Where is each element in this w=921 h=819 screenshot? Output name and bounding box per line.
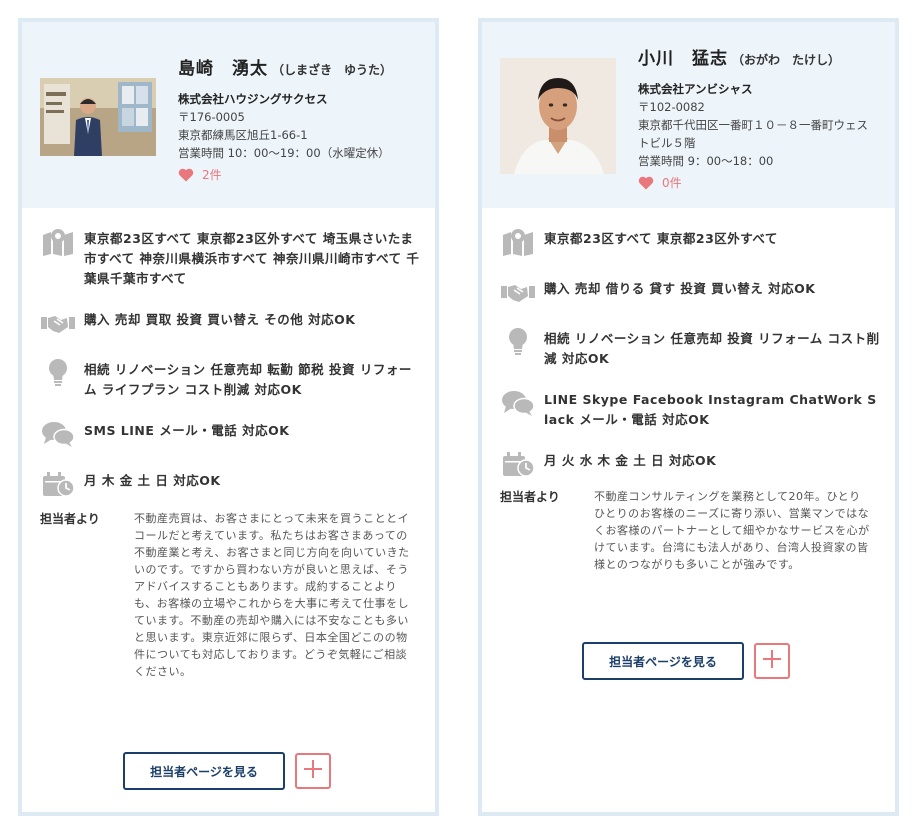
plus-icon [762,649,782,673]
feature-text: LINE Skype Facebook Instagram ChatWork S… [544,392,877,427]
add-favorite-button[interactable] [295,753,331,789]
agent-postal: 〒102-0082 [638,100,705,114]
agent-name-kana: （おがわ たけし） [732,53,841,67]
heart-icon[interactable] [178,168,194,182]
feature-text: SMS LINE メール・電話 対応OK [84,423,290,438]
message-label: 担当者より [500,490,560,504]
view-agent-page-button[interactable]: 担当者ページを見る [123,752,285,790]
chat-icon [40,418,76,450]
agent-features: 東京都23区すべて 東京都23区外すべて 購入 売却 借りる 貸す 投資 買い替… [500,226,880,498]
add-favorite-button[interactable] [754,643,790,679]
feature-days: 月 木 金 土 日 対応OK [40,468,420,500]
feature-consult: 相続 リノベーション 任意売却 転勤 節税 投資 リフォーム ライフプラン コス… [40,357,420,400]
agent-address: 東京都千代田区一番町１０－８一番町ウェストビル５階 [638,118,868,150]
likes-count: 0件 [662,176,682,190]
view-agent-page-button[interactable]: 担当者ページを見る [582,642,744,680]
agent-photo[interactable] [40,78,156,156]
agent-features: 東京都23区すべて 東京都23区外すべて 埼玉県さいたま市すべて 神奈川県横浜市… [40,226,420,518]
likes-count: 2件 [202,168,222,182]
feature-service: 購入 売却 買取 投資 買い替え その他 対応OK [40,307,420,339]
agent-postal: 〒176-0005 [178,110,245,124]
calendar-icon [500,448,536,480]
agent-info: 株式会社ハウジングサクセス 〒176-0005 東京都練馬区旭丘1-66-1 営… [178,90,428,184]
agent-card-header: 小川 猛志 （おがわ たけし） 株式会社アンビシャス 〒102-0082 東京都千… [482,22,895,208]
feature-service: 購入 売却 借りる 貸す 投資 買い替え 対応OK [500,276,880,308]
agent-address: 東京都練馬区旭丘1-66-1 [178,128,308,142]
calendar-icon [40,468,76,500]
feature-text: 相続 リノベーション 任意売却 転勤 節税 投資 リフォーム ライフプラン コス… [84,362,412,397]
feature-text: 東京都23区すべて 東京都23区外すべて [544,231,778,246]
feature-text: 東京都23区すべて 東京都23区外すべて 埼玉県さいたま市すべて 神奈川県横浜市… [84,231,420,286]
agent-photo[interactable] [500,58,616,174]
agent-message: 担当者より 不動産コンサルティングを業務として20年。ひとりひとりのお客様のニー… [500,488,875,573]
agent-name-row: 島崎 湧太 （しまざき ゆうた） [178,54,392,79]
feature-text: 月 木 金 土 日 対応OK [84,473,221,488]
agent-card-header: 島崎 湧太 （しまざき ゆうた） 株式会社ハウジングサクセス 〒176-0005 … [22,22,435,208]
agent-name-row: 小川 猛志 （おがわ たけし） [638,44,840,69]
lightbulb-icon [40,357,76,389]
feature-text: 月 火 水 木 金 土 日 対応OK [544,453,717,468]
handshake-icon [500,276,536,308]
handshake-icon [40,307,76,339]
agent-name[interactable]: 島崎 湧太 [178,59,268,79]
message-body: 不動産コンサルティングを業務として20年。ひとりひとりのお客様のニーズに寄り添い… [594,490,870,571]
lightbulb-icon [500,326,536,358]
message-body: 不動産売買は、お客さまにとって未来を買うこととイコールだと考えています。私たちは… [134,512,410,678]
agent-info: 株式会社アンビシャス 〒102-0082 東京都千代田区一番町１０－８一番町ウェ… [638,80,878,192]
feature-area: 東京都23区すべて 東京都23区外すべて [500,226,880,258]
likes-counter: 0件 [638,174,878,192]
agent-name-kana: （しまざき ゆうた） [272,63,393,77]
agent-company: 株式会社ハウジングサクセス [178,92,328,106]
feature-text: 購入 売却 買取 投資 買い替え その他 対応OK [84,312,356,327]
feature-text: 購入 売却 借りる 貸す 投資 買い替え 対応OK [544,281,816,296]
map-icon [40,226,76,258]
chat-icon [500,387,536,419]
agent-name[interactable]: 小川 猛志 [638,49,728,69]
card-actions: 担当者ページを見る [582,642,790,680]
feature-contact: SMS LINE メール・電話 対応OK [40,418,420,450]
plus-icon [303,759,323,783]
map-icon [500,226,536,258]
agent-card: 島崎 湧太 （しまざき ゆうた） 株式会社ハウジングサクセス 〒176-0005 … [18,18,439,816]
feature-area: 東京都23区すべて 東京都23区外すべて 埼玉県さいたま市すべて 神奈川県横浜市… [40,226,420,289]
agent-company: 株式会社アンビシャス [638,82,753,96]
agent-message: 担当者より 不動産売買は、お客さまにとって未来を買うこととイコールだと考えていま… [40,510,415,680]
likes-counter: 2件 [178,166,428,184]
feature-contact: LINE Skype Facebook Instagram ChatWork S… [500,387,880,430]
agent-card: 小川 猛志 （おがわ たけし） 株式会社アンビシャス 〒102-0082 東京都千… [478,18,899,816]
agent-hours: 営業時間 10：00〜19：00（水曜定休） [178,146,390,160]
message-label: 担当者より [40,512,100,526]
agent-hours: 営業時間 9：00〜18：00 [638,154,774,168]
heart-icon[interactable] [638,176,654,190]
feature-days: 月 火 水 木 金 土 日 対応OK [500,448,880,480]
card-actions: 担当者ページを見る [123,752,331,790]
feature-consult: 相続 リノベーション 任意売却 投資 リフォーム コスト削減 対応OK [500,326,880,369]
feature-text: 相続 リノベーション 任意売却 投資 リフォーム コスト削減 対応OK [544,331,880,366]
